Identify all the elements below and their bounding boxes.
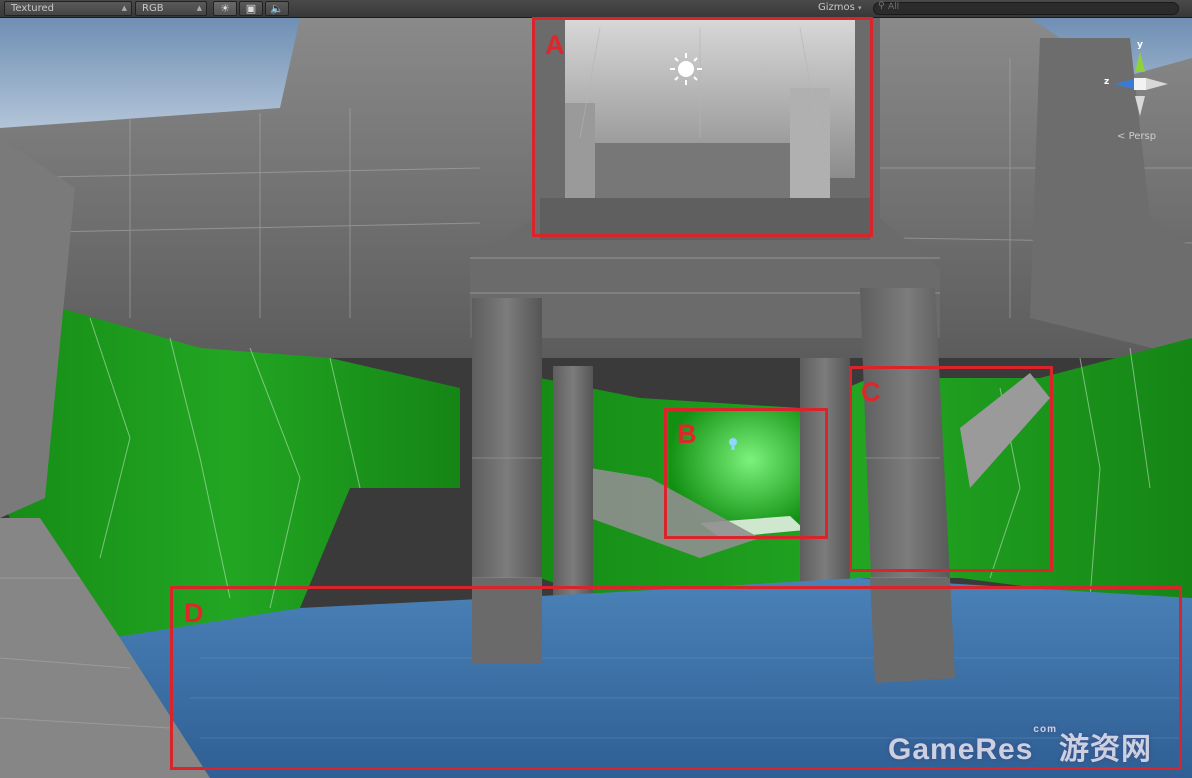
color-channel-value: RGB bbox=[142, 3, 164, 14]
dropdown-arrows-icon: ▲ bbox=[196, 4, 202, 12]
watermark-main: GameRes bbox=[888, 733, 1034, 766]
search-icon: ⚲ bbox=[878, 1, 885, 11]
render-mode-value: Textured bbox=[11, 3, 54, 14]
scene-lighting-toggle[interactable]: ☀ bbox=[213, 1, 237, 16]
annotation-label-b: B bbox=[677, 419, 697, 449]
dropdown-arrows-icon: ▲ bbox=[121, 4, 127, 12]
search-input[interactable]: ⚲ All bbox=[873, 1, 1179, 15]
color-channel-dropdown[interactable]: RGB ▲ bbox=[135, 1, 207, 16]
gizmos-label: Gizmos bbox=[818, 2, 855, 13]
audio-toggle[interactable]: 🔈 bbox=[265, 1, 289, 16]
center-cube-icon bbox=[1134, 78, 1146, 90]
watermark: GameRescom游资网 bbox=[888, 724, 1152, 768]
projection-toggle[interactable]: < Persp bbox=[1117, 131, 1156, 142]
z-axis-cone-icon bbox=[1114, 79, 1134, 89]
gizmos-dropdown[interactable]: Gizmos ▾ bbox=[812, 1, 868, 16]
orientation-gizmo[interactable]: y z bbox=[1100, 40, 1180, 124]
watermark-chinese: 游资网 bbox=[1058, 733, 1152, 766]
y-axis-label: y bbox=[1137, 40, 1143, 50]
back-arrow-icon: < bbox=[1117, 131, 1126, 142]
search-placeholder: All bbox=[888, 2, 900, 12]
projection-label: Persp bbox=[1128, 131, 1157, 142]
neg-y-axis-cone-icon bbox=[1135, 96, 1145, 116]
annotation-label-d: D bbox=[184, 598, 204, 628]
z-axis-label: z bbox=[1104, 77, 1110, 87]
y-axis-cone-icon bbox=[1135, 52, 1145, 72]
chevron-down-icon: ▾ bbox=[858, 4, 862, 12]
speaker-icon: 🔈 bbox=[270, 2, 284, 15]
annotation-label-a: A bbox=[545, 30, 565, 60]
x-axis-cone-icon bbox=[1146, 78, 1168, 90]
annotation-label-c: C bbox=[861, 377, 881, 407]
image-effects-icon: ▣ bbox=[245, 2, 257, 15]
sun-icon: ☀ bbox=[220, 2, 230, 15]
scene-view-window: Textured ▲ RGB ▲ ☀ ▣ 🔈 Gizmos ▾ ⚲ All y … bbox=[0, 0, 1192, 778]
watermark-small: com bbox=[1033, 724, 1057, 735]
annotation-box-a bbox=[532, 17, 873, 237]
render-mode-dropdown[interactable]: Textured ▲ bbox=[4, 1, 132, 16]
scene-toolbar: Textured ▲ RGB ▲ ☀ ▣ 🔈 Gizmos ▾ ⚲ All bbox=[0, 0, 1192, 18]
image-effects-toggle[interactable]: ▣ bbox=[239, 1, 263, 16]
